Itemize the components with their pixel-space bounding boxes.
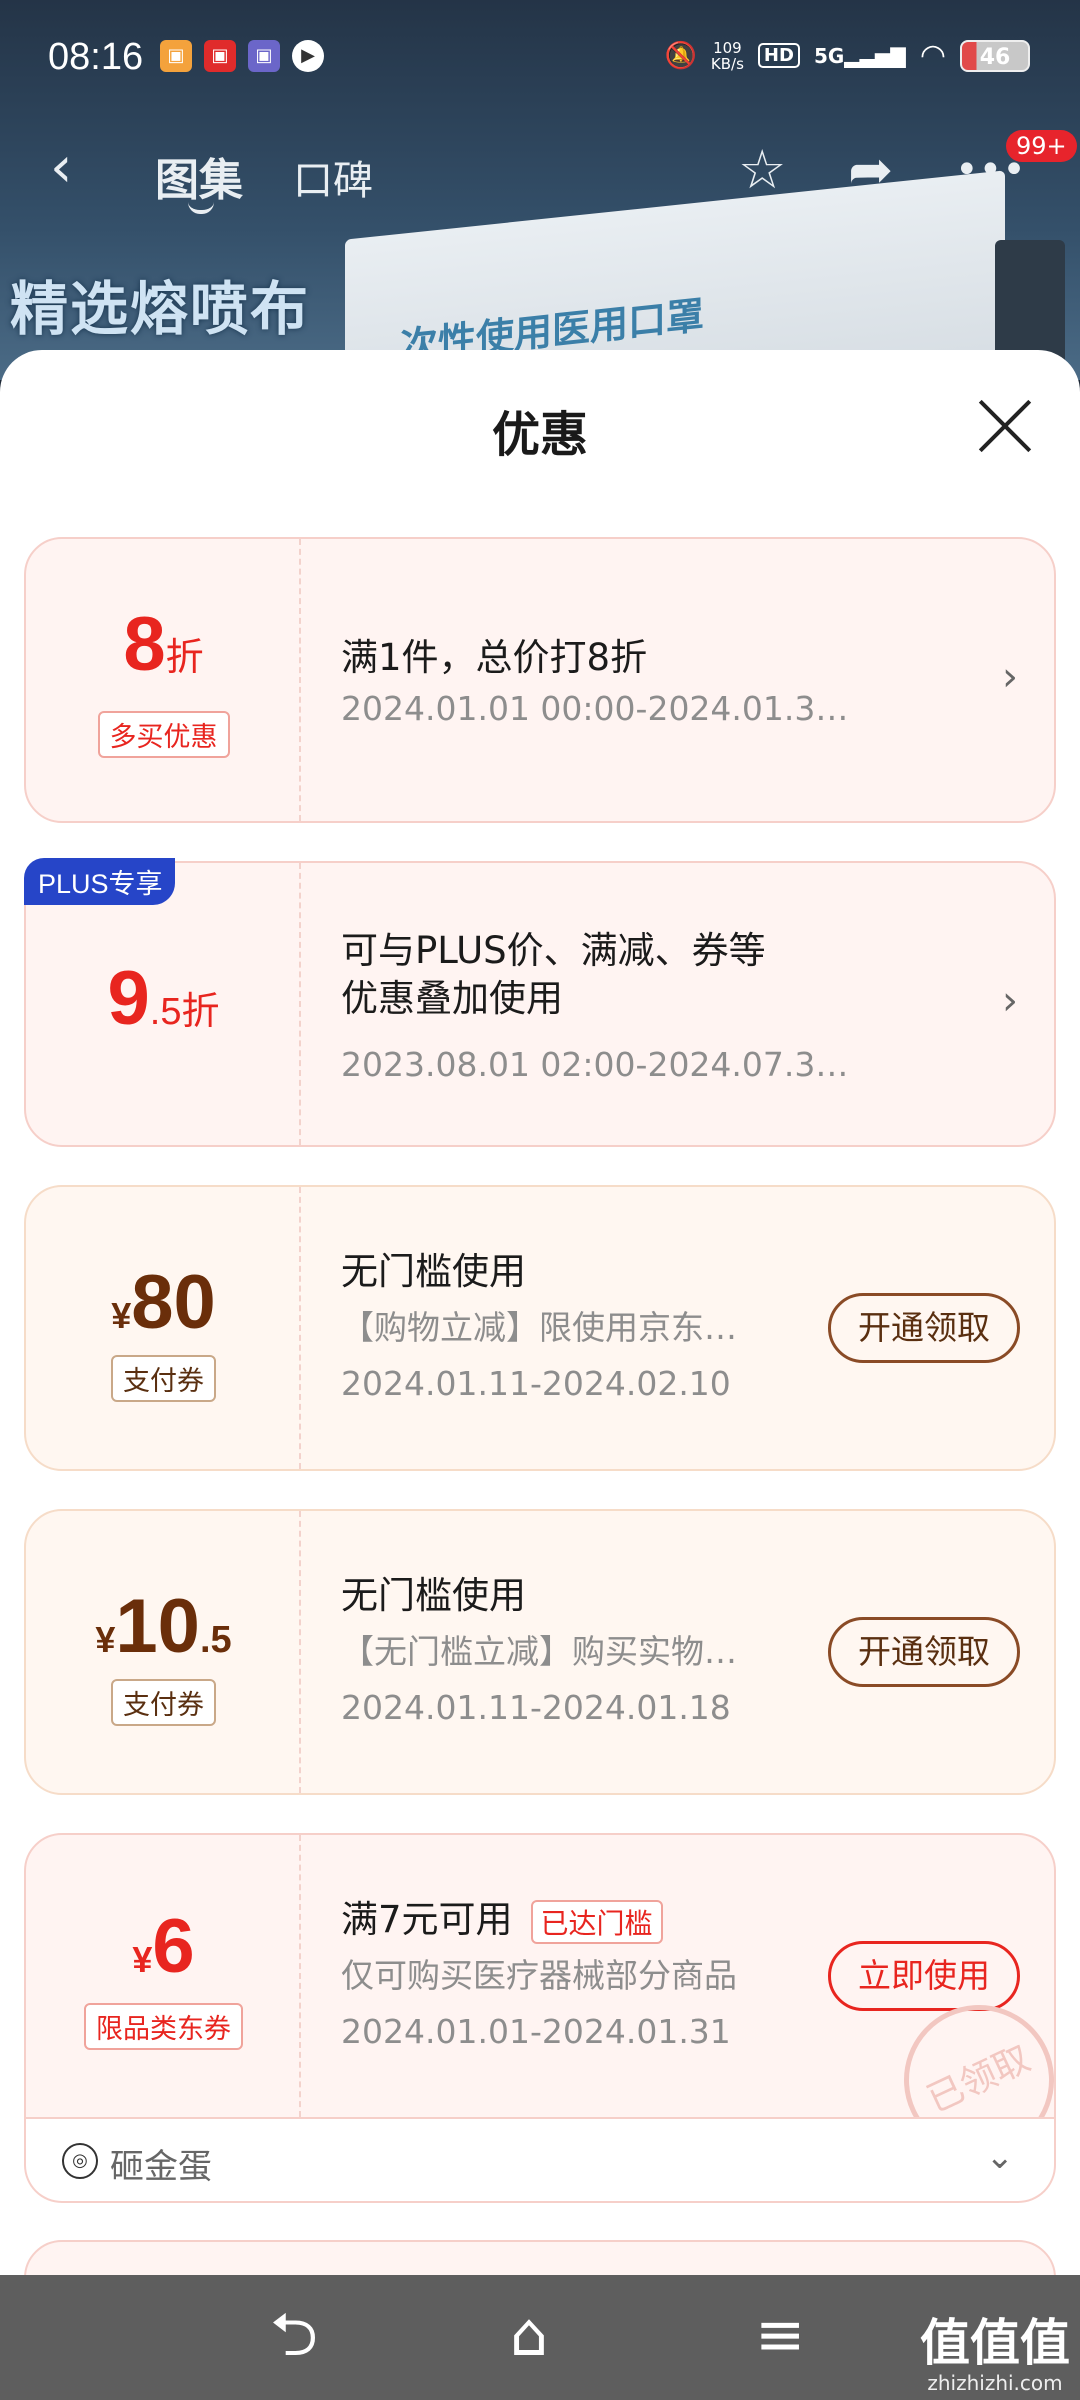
plus-badge: PLUS专享 [24, 858, 175, 905]
coupon-value-main: 9 [107, 956, 150, 1041]
watermark-url: zhizhizhi.com [927, 2371, 1063, 2395]
share-icon[interactable]: ➦ [848, 140, 893, 200]
coupon-tag-label: 支付券 [111, 1679, 216, 1726]
coupon-validity: 2024.01.01-2024.01.31 [341, 2012, 731, 2051]
egg-icon: ◎ [62, 2143, 98, 2179]
coupon-description: 仅可购买医疗器械部分商品 [341, 1956, 737, 1995]
hd-icon: HD [757, 43, 800, 68]
app-notification-icon: ▣ [248, 40, 280, 72]
coupon-title: 无门槛使用 [341, 1250, 526, 1293]
net-speed: 109 KB/s [711, 40, 744, 72]
menu-nav-icon[interactable]: ≡ [755, 2300, 805, 2370]
coupon-title: 无门槛使用 [341, 1574, 526, 1617]
coupon-card[interactable]: 9.5折 可与PLUS价、满减、券等 优惠叠加使用 2023.08.01 02:… [24, 861, 1056, 1147]
coupon-validity: 2024.01.01 00:00-2024.01.3… [341, 689, 849, 728]
activate-claim-button[interactable]: 开通领取 [828, 1293, 1020, 1363]
coupon-tag-label: 多买优惠 [97, 711, 230, 758]
coupon-title: 满7元可用 已达门槛 [341, 1889, 663, 1944]
notification-icons: ▣ ▣ ▣ ▶ [160, 40, 324, 72]
coupon-tag: 支付券 [26, 1679, 301, 1726]
coupon-tag: 支付券 [26, 1355, 301, 1402]
coupon-tag-label: 支付券 [111, 1355, 216, 1402]
threshold-reached-badge: 已达门槛 [530, 1899, 663, 1944]
coupon-value: 8折 [26, 601, 301, 688]
coupon-value: 9.5折 [26, 955, 301, 1042]
coupon-value-main: 10 [115, 1584, 200, 1669]
coupon-card[interactable]: ¥80 支付券 无门槛使用 【购物立减】限使用京东… 2024.01.11-20… [24, 1185, 1056, 1471]
coupon-description: 【无门槛立减】购买实物… [341, 1632, 737, 1671]
chevron-down-icon[interactable]: ⌄ [986, 2137, 1015, 2177]
coupon-value-main: 80 [131, 1260, 216, 1345]
coupon-value: ¥80 [26, 1259, 301, 1346]
coupon-value-main: 6 [152, 1904, 195, 1989]
home-nav-icon[interactable]: ⌂ [510, 2300, 548, 2370]
coupon-tag-label: 限品类东券 [84, 2003, 243, 2050]
status-bar: 08:16 ▣ ▣ ▣ ▶ 🔕 109 KB/s HD 5G▂▃▅▇ ◠ 46 [0, 0, 1080, 116]
coupon-validity: 2024.01.11-2024.02.10 [341, 1364, 731, 1403]
watermark: 值值值 zhizhizhi.com [920, 2315, 1070, 2395]
top-nav: ‹ 图集 口碑 ☆ ➦ ••• 99+ [0, 120, 1080, 220]
battery-icon: 46 [960, 39, 1030, 72]
coupon-title-text: 满7元可用 [341, 1898, 513, 1941]
coupon-validity: 2023.08.01 02:00-2024.07.3… [341, 1045, 849, 1084]
coupon-currency: ¥ [111, 1295, 132, 1336]
signal-icon: 5G▂▃▅▇ [813, 43, 906, 68]
app-notification-icon: ▣ [204, 40, 236, 72]
signal-label: 5G [813, 43, 845, 68]
activate-claim-button[interactable]: 开通领取 [828, 1617, 1020, 1687]
status-right: 🔕 109 KB/s HD 5G▂▃▅▇ ◠ 46 [665, 38, 1030, 73]
coupon-value-unit: .5折 [149, 991, 220, 1033]
coupon-title: 满1件，总价打8折 [341, 636, 648, 679]
close-icon[interactable] [975, 395, 1035, 455]
coupon-value-unit: 折 [165, 637, 204, 679]
back-nav-icon[interactable]: ⮌ [270, 2300, 318, 2370]
star-icon[interactable]: ☆ [738, 140, 786, 200]
coupon-title-line2: 优惠叠加使用 [341, 977, 563, 1020]
coupon-validity: 2024.01.11-2024.01.18 [341, 1688, 731, 1727]
system-nav-bar: ⮌ ⌂ ≡ [0, 2275, 1080, 2400]
coupon-footer[interactable]: ◎ 砸金蛋 ⌄ [24, 2119, 1056, 2203]
sheet-title: 优惠 [491, 407, 588, 463]
app-notification-icon: ▣ [160, 40, 192, 72]
chevron-right-icon[interactable]: › [1002, 654, 1018, 700]
coupon-tag: 多买优惠 [26, 711, 301, 758]
chevron-right-icon[interactable]: › [1002, 978, 1018, 1024]
coupon-card-partial [24, 2240, 1056, 2280]
coupon-description: 【购物立减】限使用京东… [341, 1308, 737, 1347]
status-time: 08:16 [48, 36, 144, 78]
coupon-title-line1: 可与PLUS价、满减、券等 [341, 929, 766, 972]
coupon-currency: ¥ [132, 1939, 153, 1980]
play-icon: ▶ [292, 40, 324, 72]
coupon-currency: ¥ [95, 1619, 116, 1660]
use-now-button[interactable]: 立即使用 [828, 1941, 1020, 2011]
message-badge: 99+ [1006, 130, 1077, 162]
coupon-value: ¥10.5 [26, 1583, 301, 1670]
net-speed-unit: KB/s [710, 54, 744, 73]
mute-bell-icon: 🔕 [664, 40, 697, 71]
coupon-value-unit: .5 [199, 1619, 232, 1661]
coupon-tag: 限品类东券 [26, 2003, 301, 2050]
tab-indicator [188, 202, 214, 214]
smash-egg-label: 砸金蛋 [110, 2147, 212, 2187]
back-arrow-icon[interactable]: ‹ [50, 140, 72, 196]
tab-reviews[interactable]: 口碑 [293, 148, 373, 206]
wifi-icon: ◠ [919, 38, 946, 73]
coupon-value: ¥6 [26, 1903, 301, 1990]
tab-gallery[interactable]: 图集 [155, 144, 243, 208]
coupon-title: 可与PLUS价、满减、券等 优惠叠加使用 [341, 927, 766, 1023]
product-banner-text: 精选熔喷布 [10, 275, 311, 343]
coupon-value-main: 8 [123, 602, 166, 687]
watermark-logo: 值值值 [920, 2314, 1070, 2372]
coupon-card[interactable]: ¥10.5 支付券 无门槛使用 【无门槛立减】购买实物… 2024.01.11-… [24, 1509, 1056, 1795]
coupon-card[interactable]: ¥6 限品类东券 满7元可用 已达门槛 仅可购买医疗器械部分商品 2024.01.… [24, 1833, 1056, 2119]
coupon-card[interactable]: 8折 多买优惠 满1件，总价打8折 2024.01.01 00:00-2024.… [24, 537, 1056, 823]
